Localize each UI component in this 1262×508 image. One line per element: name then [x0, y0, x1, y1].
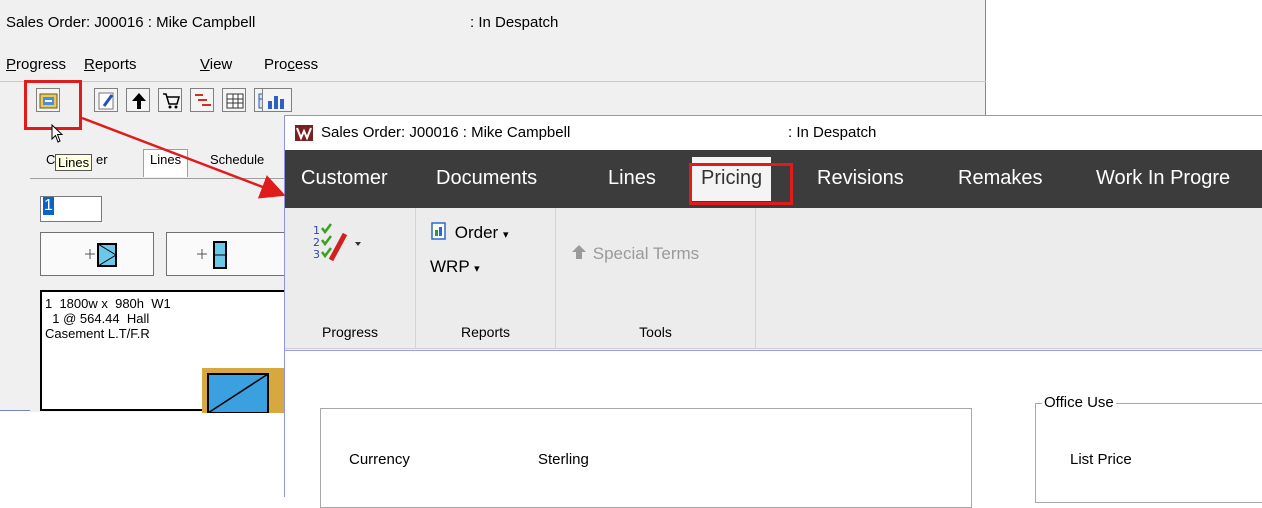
chart-toolbar-button[interactable] [190, 88, 214, 112]
tools-group-label: Tools [639, 324, 672, 340]
ribbon-panel: 1 2 3 Progress Order ▾ WRP ▾ Reports Spe… [285, 208, 1262, 349]
frame-left-button[interactable] [40, 232, 154, 276]
wrp-report-button[interactable]: WRP ▾ [430, 257, 480, 277]
list-price-label: List Price [1070, 451, 1132, 468]
cart-toolbar-button[interactable] [158, 88, 182, 112]
old-tab-lines[interactable]: Lines [143, 149, 189, 177]
window-frame-icon [85, 243, 117, 267]
order-lines-list[interactable]: 1 1800w x 980h W1 1 @ 564.44 Hall Caseme… [40, 290, 292, 413]
progress-group-label: Progress [321, 324, 379, 340]
new-window-title: Sales Order: J00016 : Mike Campbell [321, 124, 571, 141]
list-line-size: 1 1800w x 980h W1 [45, 296, 171, 311]
grid-icon [226, 93, 244, 109]
chart-bars-icon [268, 96, 284, 109]
menu-separator [0, 81, 986, 82]
pencil-icon [98, 92, 114, 110]
up-toolbar-button[interactable] [126, 88, 150, 112]
office-use-groupbox: Office Use List Price [1035, 394, 1262, 503]
frame-right-button[interactable] [166, 232, 292, 276]
list-line-price: 1 @ 564.44 Hall [45, 311, 150, 326]
ribbon-group-tools: Special Terms Tools [556, 208, 756, 348]
menu-view[interactable]: View [200, 56, 232, 73]
gantt-icon [195, 94, 211, 106]
grid-toolbar-button[interactable] [222, 88, 246, 112]
old-tab-customer-end[interactable]: er [96, 152, 108, 178]
lines-tooltip: Lines [55, 154, 93, 171]
tab-revisions[interactable]: Revisions [817, 167, 904, 190]
tab-work-in-progress[interactable]: Work In Progre [1096, 167, 1230, 190]
old-window-title: Sales Order: J00016 : Mike Campbell [6, 14, 256, 31]
app-logo-icon [295, 125, 313, 141]
progress-dropdown-button[interactable]: 1 2 3 [311, 222, 363, 269]
old-tab-customer-start[interactable]: C [46, 152, 55, 178]
window-preview-image [202, 368, 292, 413]
cart-icon [163, 93, 180, 109]
new-window-status: : In Despatch [788, 124, 877, 141]
wrp-button-label: WRP [430, 257, 470, 276]
report-icon [431, 222, 446, 240]
old-menubar: Progress Reports View Process [0, 56, 986, 76]
old-tab-schedule[interactable]: Schedule [210, 152, 264, 178]
pricing-tab-highlight [689, 163, 793, 205]
checklist-icon: 1 2 3 [313, 223, 361, 262]
tab-remakes[interactable]: Remakes [958, 167, 1042, 190]
currency-value: Sterling [538, 451, 589, 468]
tab-documents[interactable]: Documents [436, 167, 537, 190]
list-line-type: Casement L.T/F.R [45, 326, 150, 341]
line-number-input[interactable]: 1 [40, 196, 102, 222]
tab-lines[interactable]: Lines [608, 167, 656, 190]
more-toolbar-button[interactable] [262, 88, 292, 112]
menu-reports[interactable]: Reports [84, 56, 137, 73]
new-window-titlebar: Sales Order: J00016 : Mike Campbell : In… [285, 116, 1262, 150]
office-use-legend: Office Use [1042, 394, 1116, 411]
new-sales-order-window: Sales Order: J00016 : Mike Campbell : In… [284, 115, 1262, 508]
currency-label: Currency [349, 451, 410, 468]
special-terms-button[interactable]: Special Terms [570, 243, 699, 264]
window-sash-icon [197, 241, 227, 269]
old-window-status: : In Despatch [470, 14, 559, 31]
pricing-content: Currency Sterling Office Use List Price [285, 350, 1262, 508]
currency-groupbox: Currency Sterling [320, 408, 972, 508]
ribbon-group-progress: 1 2 3 Progress [285, 208, 416, 348]
tab-customer[interactable]: Customer [301, 167, 388, 190]
arrow-up-icon [572, 245, 586, 259]
menu-progress[interactable]: Progress [6, 56, 66, 73]
special-terms-label: Special Terms [592, 244, 700, 263]
menu-process[interactable]: Process [264, 56, 318, 73]
chevron-down-icon: ▾ [474, 263, 480, 275]
reports-group-label: Reports [460, 324, 511, 340]
ribbon-group-reports: Order ▾ WRP ▾ Reports [416, 208, 556, 348]
order-button-label: Order [454, 223, 499, 242]
edit-toolbar-button[interactable] [94, 88, 118, 112]
chevron-down-icon: ▾ [502, 229, 509, 241]
arrow-up-icon [132, 93, 146, 109]
mouse-cursor-icon [51, 124, 64, 143]
order-report-button[interactable]: Order ▾ [430, 221, 508, 243]
lines-button-highlight [24, 80, 82, 130]
svg-text:3: 3 [313, 248, 320, 261]
